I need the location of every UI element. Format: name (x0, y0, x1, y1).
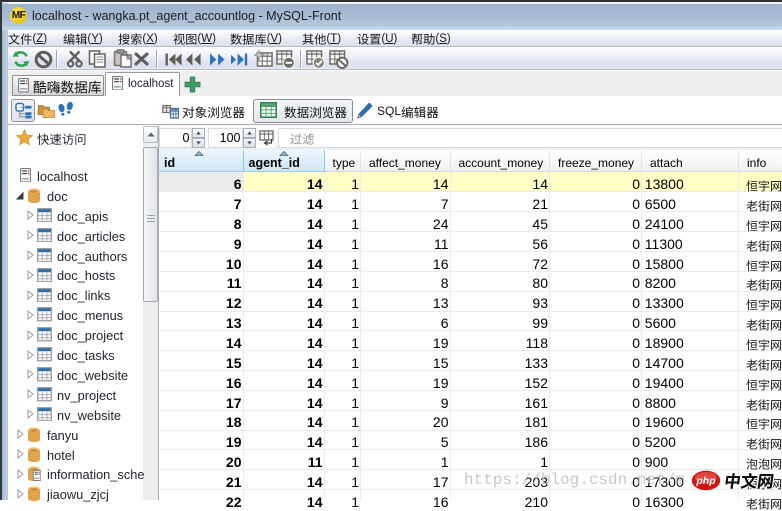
svg-text:php: php (695, 475, 716, 487)
